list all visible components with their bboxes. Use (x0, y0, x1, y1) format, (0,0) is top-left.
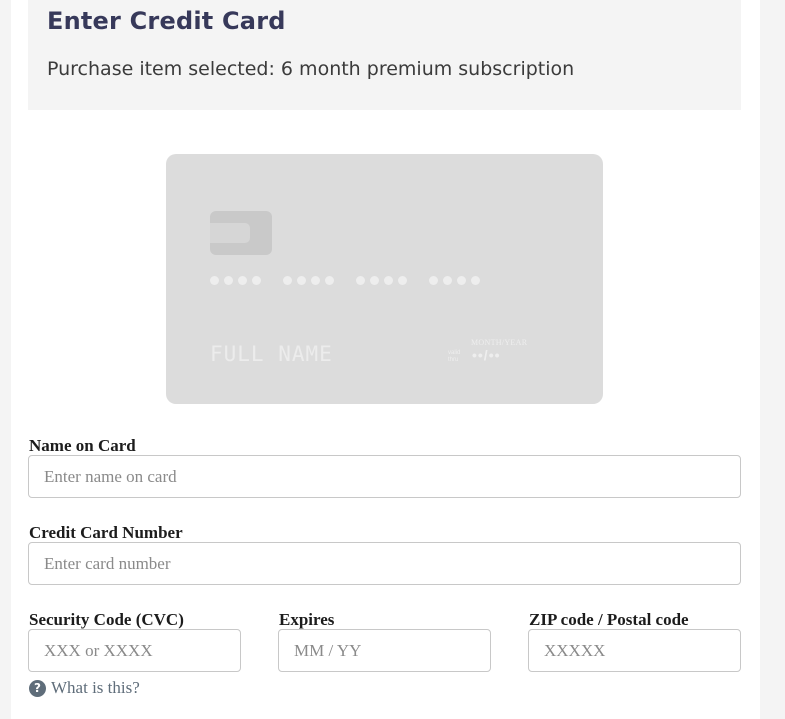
purchase-item-summary: Purchase item selected: 6 month premium … (47, 58, 575, 80)
zip-code-label: ZIP code / Postal code (529, 610, 689, 629)
security-code-label: Security Code (CVC) (29, 610, 184, 629)
name-on-card-label: Name on Card (29, 436, 136, 455)
what-is-this-label[interactable]: What is this? (51, 678, 140, 698)
card-number-group (210, 276, 261, 285)
card-name-preview: FULL NAME (210, 342, 333, 366)
expires-input[interactable] (278, 629, 491, 672)
zip-code-input[interactable] (528, 629, 741, 672)
credit-card-preview: FULL NAME MONTH/YEAR valid thru ••/•• (166, 154, 603, 404)
card-number-preview (210, 276, 480, 285)
card-number-group (429, 276, 480, 285)
card-expiry-caption: MONTH/YEAR (471, 338, 528, 347)
page-title: Enter Credit Card (47, 7, 286, 35)
what-is-this-link[interactable]: ? What is this? (29, 678, 140, 698)
security-code-input[interactable] (28, 629, 241, 672)
card-number-input[interactable] (28, 542, 741, 585)
question-circle-icon[interactable]: ? (29, 679, 46, 697)
card-expiry-preview: ••/•• (472, 347, 501, 363)
name-on-card-input[interactable] (28, 455, 741, 498)
card-number-label: Credit Card Number (29, 523, 183, 542)
card-number-group (356, 276, 407, 285)
card-chip-icon (210, 211, 272, 255)
expires-label: Expires (279, 610, 335, 629)
card-number-group (283, 276, 334, 285)
card-valid-thru-label: valid thru (448, 350, 461, 363)
